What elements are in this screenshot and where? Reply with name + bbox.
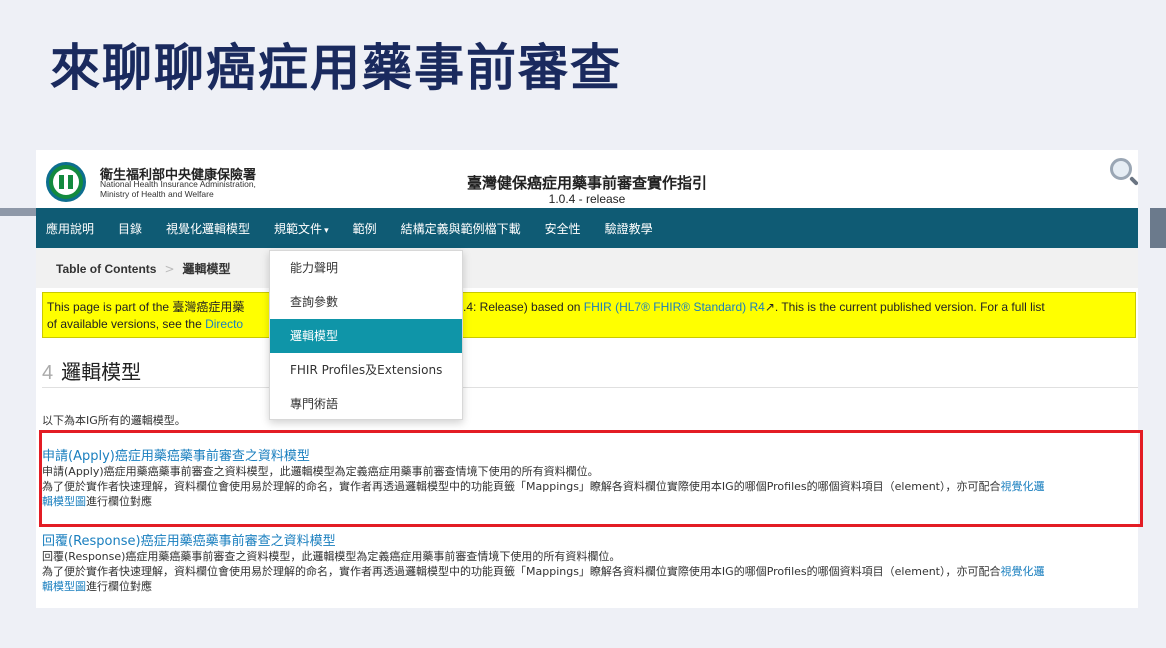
response-model-desc: 回覆(Response)癌症用藥癌藥事前審查之資料模型，此邏輯模型為定義癌症用藥… bbox=[42, 550, 621, 563]
notice-text-end: .4: Release) based on FHIR (HL7® FHIR® S… bbox=[463, 299, 1045, 316]
nav-item-guide[interactable]: 應用說明 bbox=[46, 220, 94, 237]
section-number: 4 bbox=[42, 362, 54, 384]
menu-item-logical-models[interactable]: 邏輯模型 bbox=[270, 319, 462, 353]
site-header: 衛生福利部中央健康保險署 National Health Insurance A… bbox=[36, 150, 1138, 208]
search-icon[interactable] bbox=[1110, 158, 1132, 180]
notice-line2: of available versions, see the Directo bbox=[47, 316, 243, 333]
nav-item-downloads[interactable]: 結構定義與範例檔下載 bbox=[401, 220, 521, 237]
slide-title: 來聊聊癌症用藥事前審查 bbox=[50, 39, 622, 97]
nav-item-security[interactable]: 安全性 bbox=[545, 220, 581, 237]
response-model-note-end: 進行欄位對應 bbox=[86, 580, 152, 593]
nav-item-examples[interactable]: 範例 bbox=[353, 220, 377, 237]
breadcrumb-current: 邏輯模型 bbox=[182, 262, 231, 276]
response-model-note-text: 為了便於實作者快速理解，資料欄位會使用易於理解的命名，實作者再透過邏輯模型中的功… bbox=[42, 565, 1001, 578]
menu-item-terminology[interactable]: 專門術語 bbox=[270, 387, 462, 421]
menu-item-profiles-extensions[interactable]: FHIR Profiles及Extensions bbox=[270, 353, 462, 387]
nav-item-specifications-label: 規範文件 bbox=[274, 221, 323, 236]
ig-title: 臺灣健保癌症用藥事前審查實作指引 bbox=[466, 174, 707, 192]
nav-item-visual-logical-model[interactable]: 視覺化邏輯模型 bbox=[166, 220, 250, 237]
directory-link[interactable]: Directo bbox=[205, 317, 243, 331]
right-edge-strip bbox=[1150, 208, 1166, 248]
highlight-box bbox=[39, 430, 1143, 527]
nav-item-validation[interactable]: 驗證教學 bbox=[605, 220, 653, 237]
notice-line2-text: of available versions, see the bbox=[47, 317, 206, 331]
response-model-link[interactable]: 回覆(Response)癌症用藥癌藥事前審查之資料模型 bbox=[42, 534, 336, 549]
response-model-block: 回覆(Response)癌症用藥癌藥事前審查之資料模型 回覆(Response)… bbox=[42, 530, 1136, 594]
menu-item-search-parameters[interactable]: 查詢參數 bbox=[270, 285, 462, 319]
breadcrumb-separator: > bbox=[164, 262, 175, 276]
menu-item-capability-statement[interactable]: 能力聲明 bbox=[270, 251, 462, 285]
visual-model-link-part2[interactable]: 輯模型圖 bbox=[42, 580, 86, 593]
visual-model-link-part1[interactable]: 視覺化邏 bbox=[1001, 565, 1045, 578]
screenshot-page: 衛生福利部中央健康保險署 National Health Insurance A… bbox=[36, 150, 1138, 608]
notice-text-tail: . This is the current published version.… bbox=[774, 300, 1045, 314]
section-title: 邏輯模型 bbox=[61, 360, 142, 384]
nav-item-specifications[interactable]: 規範文件 ▾ bbox=[274, 220, 329, 237]
response-model-note-cont: 輯模型圖進行欄位對應 bbox=[42, 579, 1136, 594]
breadcrumb: Table of Contents > 邏輯模型 bbox=[36, 248, 1138, 288]
response-model-note: 為了便於實作者快速理解，資料欄位會使用易於理解的命名，實作者再透過邏輯模型中的功… bbox=[42, 564, 1136, 579]
breadcrumb-toc[interactable]: Table of Contents bbox=[56, 262, 156, 276]
nav-item-toc[interactable]: 目錄 bbox=[118, 220, 142, 237]
specifications-dropdown: 能力聲明 查詢參數 邏輯模型 FHIR Profiles及Extensions … bbox=[269, 250, 463, 420]
main-nav: 應用說明 目錄 視覺化邏輯模型 規範文件 ▾ 範例 結構定義與範例檔下載 安全性 … bbox=[36, 208, 1138, 248]
section-heading: 4 邏輯模型 bbox=[42, 356, 1138, 388]
left-edge-strip bbox=[0, 208, 36, 216]
publication-notice: This page is part of the 臺灣癌症用藥 .4: Rele… bbox=[42, 292, 1136, 338]
ig-version: 1.0.4 - release bbox=[548, 192, 626, 206]
chevron-down-icon: ▾ bbox=[324, 225, 329, 236]
intro-text: 以下為本IG所有的邏輯模型。 bbox=[42, 414, 186, 427]
notice-text-start: This page is part of the 臺灣癌症用藥 bbox=[47, 300, 245, 314]
fhir-standard-link[interactable]: FHIR (HL7® FHIR® Standard) R4 bbox=[584, 300, 765, 314]
notice-text-mid: .4: Release) based on bbox=[463, 300, 584, 314]
external-link-icon: ↗ bbox=[764, 300, 775, 314]
